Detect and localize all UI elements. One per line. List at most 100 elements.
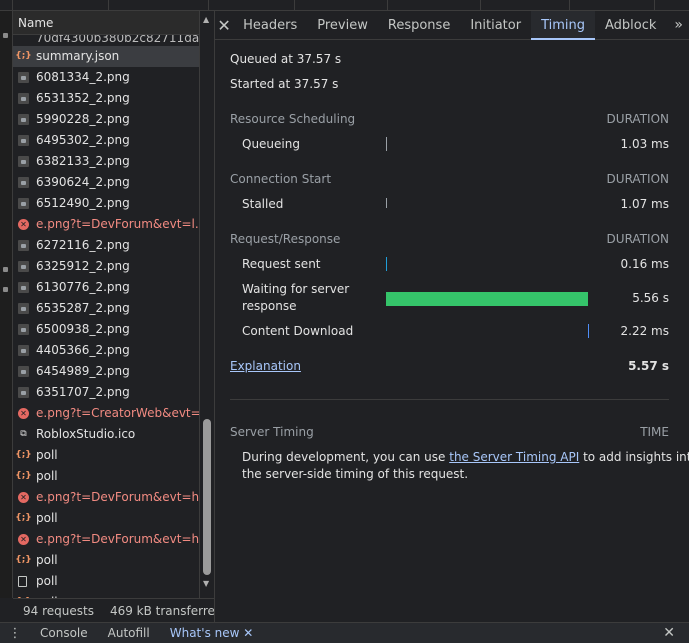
tab-preview[interactable]: Preview — [307, 11, 378, 39]
image-file-icon — [18, 114, 29, 125]
request-row[interactable]: 6390624_2.png — [13, 172, 199, 193]
request-row[interactable]: 6351707_2.png — [13, 382, 199, 403]
request-row[interactable]: {;} poll — [13, 550, 199, 571]
image-file-icon — [18, 198, 29, 209]
image-file-icon — [18, 261, 29, 272]
request-row[interactable]: ✕ e.png?t=DevForum&evt=l... — [13, 214, 199, 235]
request-row[interactable]: ✕ e.png?t=DevForum&evt=h... — [13, 487, 199, 508]
request-row[interactable]: 6531352_2.png — [13, 88, 199, 109]
request-row[interactable]: {;} poll — [13, 466, 199, 487]
image-file-icon — [18, 324, 29, 335]
tab-initiator[interactable]: Initiator — [460, 11, 531, 39]
scrollbar-thumb[interactable] — [203, 419, 211, 575]
name-column-header[interactable]: Name — [13, 11, 199, 35]
content-download-bar — [588, 324, 589, 338]
strip-tick — [294, 0, 295, 10]
gutter-mark — [3, 267, 8, 272]
connection-start-title: Connection Start — [230, 172, 332, 186]
tab-timing[interactable]: Timing — [531, 11, 595, 40]
request-row-name: poll — [36, 469, 58, 483]
request-row-name: 6382133_2.png — [36, 154, 130, 168]
waiting-bar-track — [386, 292, 589, 306]
request-row[interactable]: {;} poll — [13, 508, 199, 529]
content-download-label: Content Download — [242, 324, 354, 338]
partial-list-item[interactable]: 70df4300b380b2c82711da... — [13, 35, 199, 46]
request-row-name: summary.json — [36, 49, 120, 63]
tab-adblock[interactable]: Adblock — [595, 11, 666, 39]
request-row-name: 6390624_2.png — [36, 175, 130, 189]
request-row-name: poll — [36, 511, 58, 525]
request-rows: 70df4300b380b2c82711da... {;} summary.jso… — [13, 35, 199, 598]
image-file-icon — [18, 345, 29, 356]
close-tab-icon[interactable]: ✕ — [243, 626, 253, 640]
image-file-icon — [18, 135, 29, 146]
partial-list-item-label: 70df4300b380b2c82711da... — [36, 35, 199, 45]
close-drawer-icon[interactable]: ✕ — [663, 625, 675, 641]
request-row[interactable]: {;} poll — [13, 445, 199, 466]
request-row[interactable]: 6130776_2.png — [13, 277, 199, 298]
json-file-icon: {;} — [15, 450, 32, 460]
request-sent-bar — [386, 257, 387, 271]
request-details-panel: ✕ Headers Preview Response Initiator Tim… — [215, 11, 689, 622]
drawer-tab-autofill[interactable]: Autofill — [98, 626, 160, 640]
name-column-header-label: Name — [18, 16, 54, 30]
strip-tick — [387, 0, 388, 10]
request-row-name: RobloxStudio.ico — [36, 427, 136, 441]
strip-tick — [12, 0, 13, 10]
request-row[interactable]: {;} summary.json — [13, 46, 199, 67]
request-row-name: 6130776_2.png — [36, 280, 130, 294]
duration-header: DURATION — [606, 112, 669, 126]
strip-tick — [208, 0, 209, 10]
tab-response[interactable]: Response — [378, 11, 460, 39]
started-at: Started at 37.57 s — [230, 77, 339, 91]
explanation-link[interactable]: Explanation — [230, 359, 301, 373]
request-row[interactable]: 6535287_2.png — [13, 298, 199, 319]
more-tabs-chevron-icon[interactable]: » — [668, 11, 689, 39]
request-row[interactable]: 6454989_2.png — [13, 361, 199, 382]
waiting-duration: 5.56 s — [632, 291, 669, 305]
request-list-panel: Name 70df4300b380b2c82711da... {;} summar… — [0, 11, 214, 622]
server-timing-text-before: During development, you can use — [242, 450, 450, 464]
stalled-label: Stalled — [242, 197, 284, 211]
queueing-duration: 1.03 ms — [620, 137, 669, 151]
request-row-name: 6500938_2.png — [36, 322, 130, 336]
request-row[interactable]: 6500938_2.png — [13, 319, 199, 340]
drawer-tab-bar: ⋮ Console Autofill What's new ✕ ✕ — [0, 622, 689, 643]
drawer-menu-icon[interactable]: ⋮ — [0, 626, 30, 641]
request-row[interactable]: 6081334_2.png — [13, 67, 199, 88]
close-details-icon[interactable]: ✕ — [215, 11, 233, 39]
section-divider — [230, 399, 669, 400]
network-status-bar: 94 requests 469 kB transferred — [13, 598, 214, 622]
request-row-name: e.png?t=CreatorWeb&evt=... — [36, 406, 199, 420]
request-row[interactable]: 6495302_2.png — [13, 130, 199, 151]
request-row[interactable]: 6325912_2.png — [13, 256, 199, 277]
request-row[interactable]: ✕ e.png?t=DevForum&evt=h... — [13, 529, 199, 550]
request-row[interactable]: 4405366_2.png — [13, 340, 199, 361]
request-row[interactable]: ✕ e.png?t=CreatorWeb&evt=... — [13, 403, 199, 424]
scroll-down-arrow-icon[interactable]: ▼ — [203, 579, 209, 588]
tab-label: Headers — [243, 17, 298, 33]
tab-label: Timing — [541, 17, 585, 33]
drawer-tab-whats-new[interactable]: What's new ✕ — [160, 626, 264, 640]
request-row-name: poll — [36, 553, 58, 567]
request-row[interactable]: 5990228_2.png — [13, 109, 199, 130]
request-row[interactable]: 6512490_2.png — [13, 193, 199, 214]
time-header: TIME — [640, 425, 669, 439]
request-list-scrollbar[interactable]: ▲ ▼ — [199, 11, 213, 598]
duration-header: DURATION — [606, 232, 669, 246]
queued-at: Queued at 37.57 s — [230, 52, 342, 66]
content-download-duration: 2.22 ms — [620, 324, 669, 338]
request-row-name: e.png?t=DevForum&evt=h... — [36, 532, 199, 546]
scroll-up-arrow-icon[interactable]: ▲ — [203, 15, 209, 24]
resource-scheduling-title: Resource Scheduling — [230, 112, 356, 126]
request-row[interactable]: 6272116_2.png — [13, 235, 199, 256]
server-timing-api-link[interactable]: the Server Timing API — [449, 450, 579, 464]
request-row[interactable]: ⧉ RobloxStudio.ico — [13, 424, 199, 445]
tab-label: Response — [387, 17, 451, 33]
request-row[interactable]: poll — [13, 571, 199, 592]
request-row[interactable]: 6382133_2.png — [13, 151, 199, 172]
tab-label: Preview — [317, 17, 368, 33]
drawer-tab-console[interactable]: Console — [30, 626, 98, 640]
tab-headers[interactable]: Headers — [233, 11, 307, 39]
details-tab-bar: ✕ Headers Preview Response Initiator Tim… — [215, 11, 689, 40]
